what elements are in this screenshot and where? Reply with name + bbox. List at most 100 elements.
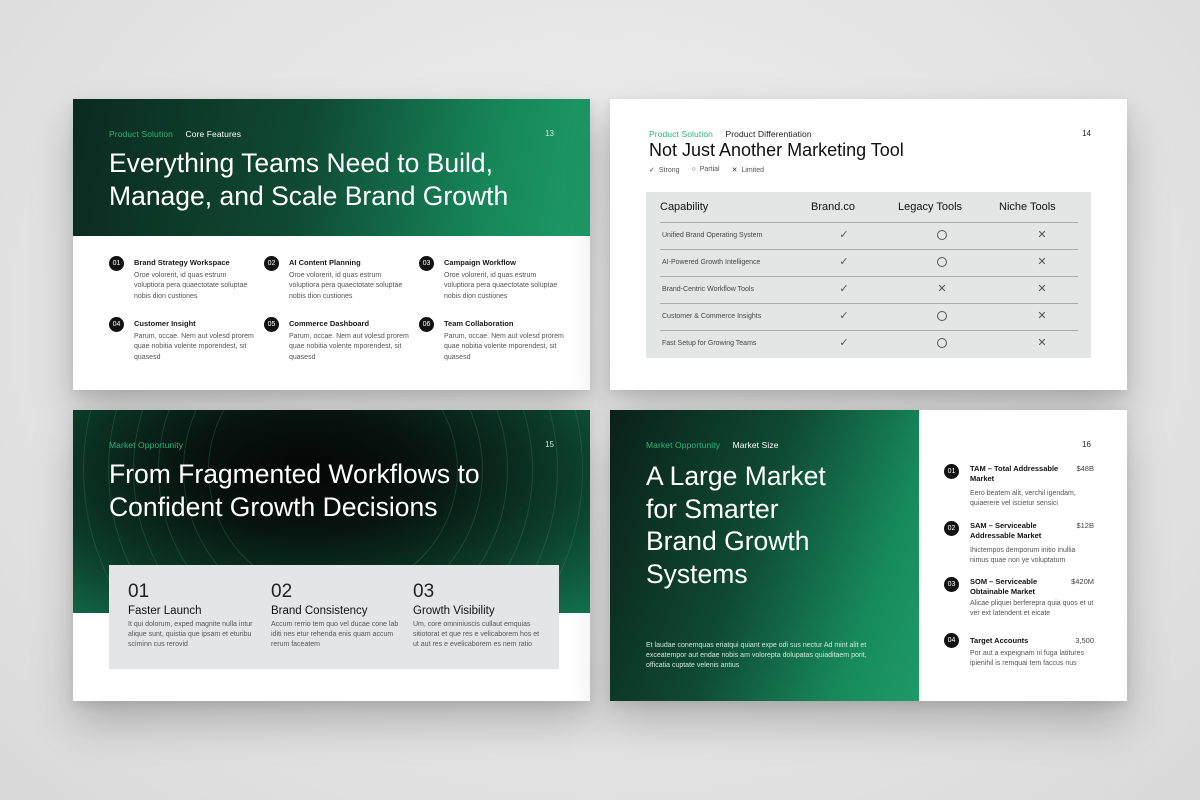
page-number: 15 xyxy=(545,440,554,449)
market-title: Target Accounts xyxy=(970,636,1029,645)
column-header: Niche Tools xyxy=(999,201,1056,213)
check-icon: ✓ xyxy=(839,310,849,322)
page-number: 13 xyxy=(545,129,554,138)
breadcrumb-section: Product Solution xyxy=(649,129,713,139)
title-line: A Large Market xyxy=(646,461,826,491)
legend-label: Limited xyxy=(741,167,765,174)
check-icon: ✓ xyxy=(839,337,849,349)
breadcrumb: Market Opportunity Market Size xyxy=(646,440,779,450)
table-row: Customer & Commerce Insights ✓ ✕ xyxy=(660,303,1078,330)
breadcrumb-page: Product Differentiation xyxy=(725,129,812,139)
stat-item: 03 Growth Visibility Um, core omniniusci… xyxy=(413,581,543,650)
feature-title: Commerce Dashboard xyxy=(289,319,370,328)
cross-icon: ✕ xyxy=(1037,310,1047,322)
comparison-table: Capability Brand.co Legacy Tools Niche T… xyxy=(646,192,1091,358)
legend-strong: ✓ Strong xyxy=(649,166,680,174)
column-header: Brand.co xyxy=(811,201,856,213)
circle-icon xyxy=(935,309,949,324)
market-number: 01 xyxy=(944,464,959,479)
stat-title: Faster Launch xyxy=(128,605,202,617)
slide-market-size[interactable]: Market Opportunity Market Size A Large M… xyxy=(610,410,1127,701)
circle-icon xyxy=(935,336,949,351)
breadcrumb-section: Market Opportunity xyxy=(646,440,721,450)
table-row: Unified Brand Operating System ✓ ✕ xyxy=(660,222,1078,249)
feature-number: 05 xyxy=(264,317,279,332)
breadcrumb: Product Solution Core Features xyxy=(109,129,241,139)
market-body: Ihictempos demporum initio inullia nimus… xyxy=(970,547,1076,564)
stat-body: It qui dolorum, exped magnite nulla intu… xyxy=(128,621,253,648)
title-line: From Fragmented Workflows to xyxy=(109,459,480,489)
slide-product-differentiation[interactable]: Product Solution Product Differentiation… xyxy=(610,99,1127,390)
feature-title: Team Collaboration xyxy=(444,319,514,328)
stat-number: 01 xyxy=(128,581,150,602)
cross-icon: ✕ xyxy=(731,167,738,174)
legend: ✓ Strong ○ Partial ✕ Limited xyxy=(649,166,764,174)
title-line: Brand Growth xyxy=(646,526,810,556)
feature-title: Campaign Workflow xyxy=(444,258,516,267)
cross-icon: ✕ xyxy=(1037,337,1047,349)
breadcrumb: Market Opportunity xyxy=(109,440,193,450)
feature-number: 04 xyxy=(109,317,124,332)
breadcrumb-page: Core Features xyxy=(185,129,242,139)
market-number: 02 xyxy=(944,521,959,536)
feature-body: Oroe volorerit, id quas estrum voluptior… xyxy=(444,272,558,300)
stat-number: 03 xyxy=(413,581,435,602)
stat-title: Brand Consistency xyxy=(271,605,368,617)
feature-title: AI Content Planning xyxy=(289,258,361,267)
breadcrumb: Product Solution Product Differentiation xyxy=(649,129,812,139)
circle-icon xyxy=(935,228,949,243)
stat-item: 01 Faster Launch It qui dolorum, exped m… xyxy=(128,581,258,650)
cross-icon: ✕ xyxy=(1037,283,1047,295)
market-title: SAM – Serviceable Addressable Market xyxy=(970,521,1042,540)
row-label: Customer & Commerce Insights xyxy=(662,313,762,320)
market-title: TAM – Total Addressable Market xyxy=(970,464,1059,483)
feature-body: Parum, occae. Nem aut volesd prorem quae… xyxy=(289,333,409,361)
slide-title: Not Just Another Marketing Tool xyxy=(649,140,904,160)
slide-title: From Fragmented Workflows to Confident G… xyxy=(109,458,569,524)
title-line: Everything Teams Need to Build, xyxy=(109,148,493,178)
check-icon: ✓ xyxy=(839,229,849,241)
slide-core-features[interactable]: Product Solution Core Features 13 Everyt… xyxy=(73,99,590,390)
legend-label: Strong xyxy=(658,167,680,174)
feature-title: Customer Insight xyxy=(134,319,196,328)
footer-text: Et laudae conemquas eriatqui quiant expe… xyxy=(646,642,867,669)
title-line: for Smarter xyxy=(646,493,779,524)
legend-label: Partial xyxy=(699,166,720,173)
slide-market-opportunity[interactable]: Market Opportunity 15 From Fragmented Wo… xyxy=(73,410,590,701)
circle-icon: ○ xyxy=(691,166,696,173)
column-header: Capability xyxy=(660,201,709,213)
slide-title: Everything Teams Need to Build, Manage, … xyxy=(109,147,569,213)
check-icon: ✓ xyxy=(649,167,655,174)
market-value: $12B xyxy=(1076,521,1094,530)
row-label: Brand-Centric Workflow Tools xyxy=(662,286,754,293)
stat-number: 02 xyxy=(271,581,293,602)
table-row: AI-Powered Growth Intelligence ✓ ✕ xyxy=(660,249,1078,276)
market-title: SOM – Serviceable Obtainable Market xyxy=(970,577,1038,596)
feature-body: Oroe volorerit, id quas estrum voluptior… xyxy=(134,272,248,300)
market-value: $420M xyxy=(1071,577,1094,586)
breadcrumb-section: Market Opportunity xyxy=(109,440,184,450)
cross-icon: ✕ xyxy=(1037,229,1047,241)
stat-body: Accum rerrio tem quo vel ducae cone lab … xyxy=(271,621,399,648)
breadcrumb-section: Product Solution xyxy=(109,129,173,139)
title-line: Manage, and Scale Brand Growth xyxy=(109,181,509,211)
feature-body: Oroe volorerit, id quas estrum voluptior… xyxy=(289,272,403,300)
stat-item: 02 Brand Consistency Accum rerrio tem qu… xyxy=(271,581,401,650)
stat-body: Um, core omniniuscis cullaut emquias sit… xyxy=(413,621,540,648)
market-body: Por aut a expeignam ni fuga latitures ip… xyxy=(970,650,1085,667)
row-label: Fast Setup for Growing Teams xyxy=(662,340,757,347)
market-body: Eero beatem alit, verchil igendam, quiae… xyxy=(970,490,1076,507)
slide-left-panel: Market Opportunity Market Size A Large M… xyxy=(610,410,919,701)
stats-card: 01 Faster Launch It qui dolorum, exped m… xyxy=(109,565,559,669)
cross-icon: ✕ xyxy=(1037,256,1047,268)
table-row: Brand-Centric Workflow Tools ✓ ✕ ✕ xyxy=(660,276,1078,303)
feature-number: 03 xyxy=(419,256,434,271)
market-body: Alicae pliquei berferepra quia quos et u… xyxy=(970,600,1094,617)
title-line: Confident Growth Decisions xyxy=(109,492,438,522)
page-number: 14 xyxy=(1082,129,1091,138)
feature-title: Brand Strategy Workspace xyxy=(134,258,230,267)
feature-body: Parum, occae. Nem aut volesd prorem quae… xyxy=(444,333,564,361)
slide-title: A Large Market for Smarter Brand Growth … xyxy=(646,460,906,590)
cross-icon: ✕ xyxy=(937,283,947,295)
feature-body: Parum, occae. Nem aut volesd prorem quae… xyxy=(134,333,254,361)
